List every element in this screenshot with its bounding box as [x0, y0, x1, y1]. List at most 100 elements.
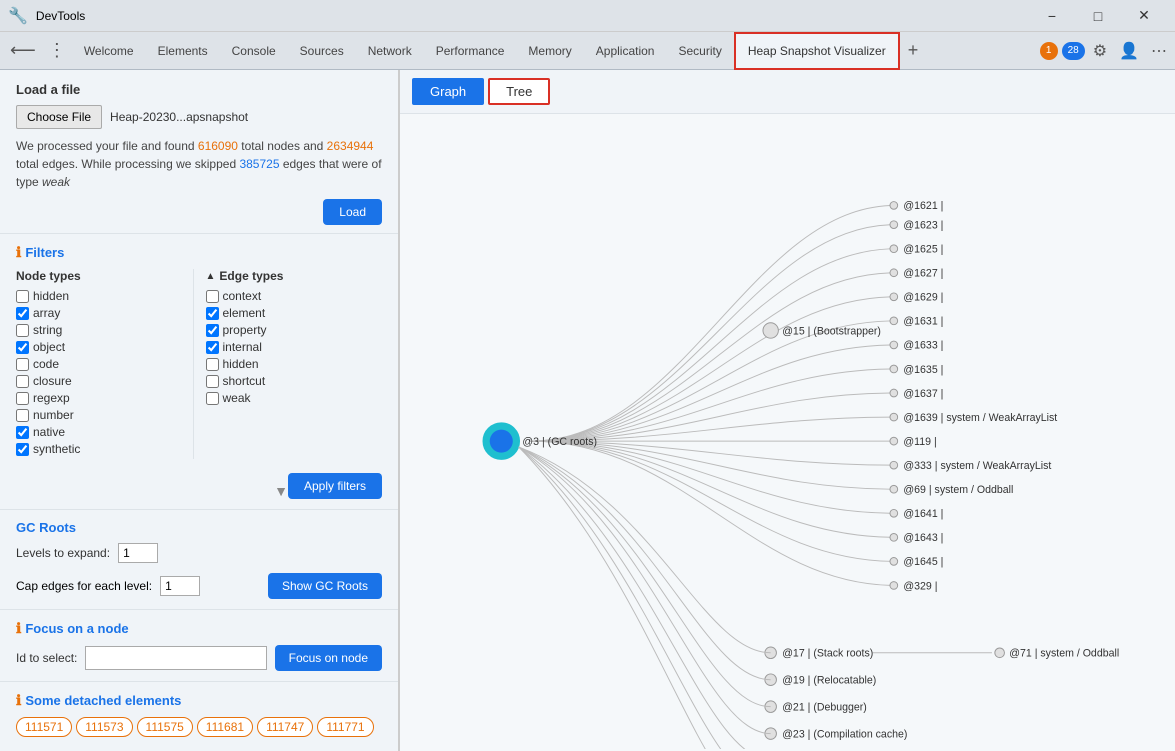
file-info-prefix: We processed your file and found	[16, 139, 198, 153]
tab-heap-snapshot-visualizer[interactable]: Heap Snapshot Visualizer	[734, 32, 900, 70]
node-1629[interactable]	[890, 293, 898, 301]
checkbox-closure[interactable]	[16, 375, 29, 388]
checkbox-string[interactable]	[16, 324, 29, 337]
label-1623: @1623 |	[903, 219, 943, 231]
edge-type-element: element	[206, 306, 383, 320]
node-1623[interactable]	[890, 221, 898, 229]
checkbox-synthetic[interactable]	[16, 443, 29, 456]
label-1645: @1645 |	[903, 556, 943, 568]
edge-type-internal: internal	[206, 340, 383, 354]
detached-pill-111571[interactable]: 111571	[16, 717, 72, 737]
detached-pill-111681[interactable]: 111681	[197, 717, 253, 737]
checkbox-element[interactable]	[206, 307, 219, 320]
label-1621: @1621 |	[903, 200, 943, 212]
detached-pill-111575[interactable]: 111575	[137, 717, 193, 737]
tab-network[interactable]: Network	[356, 32, 424, 70]
node-1645[interactable]	[890, 558, 898, 566]
node-1627[interactable]	[890, 269, 898, 277]
more-button[interactable]: ⋯	[1147, 37, 1171, 65]
filters-grid: Node types hidden array string	[16, 269, 382, 459]
checkbox-weak[interactable]	[206, 392, 219, 405]
graph-tabs: Graph Tree	[400, 70, 1175, 114]
detached-pill-111747[interactable]: 111747	[257, 717, 313, 737]
node-type-number: number	[16, 408, 193, 422]
checkbox-number[interactable]	[16, 409, 29, 422]
load-button[interactable]: Load	[323, 199, 382, 225]
tab-application[interactable]: Application	[584, 32, 667, 70]
show-gc-roots-button[interactable]: Show GC Roots	[268, 573, 382, 599]
tab-security[interactable]: Security	[666, 32, 733, 70]
add-tab-button[interactable]: +	[900, 32, 927, 70]
checkbox-object[interactable]	[16, 341, 29, 354]
label-333: @333 | system / WeakArrayList	[903, 460, 1051, 472]
checkbox-internal[interactable]	[206, 341, 219, 354]
checkbox-property[interactable]	[206, 324, 219, 337]
cap-input[interactable]	[160, 576, 200, 596]
label-119: @119 |	[903, 436, 936, 448]
tab-sources[interactable]: Sources	[288, 32, 356, 70]
tab-elements[interactable]: Elements	[146, 32, 220, 70]
graph-tab-graph[interactable]: Graph	[412, 78, 484, 105]
focus-id-input[interactable]	[85, 646, 266, 670]
node-333[interactable]	[890, 461, 898, 469]
tab-performance[interactable]: Performance	[424, 32, 517, 70]
node-count: 616090	[198, 139, 238, 153]
focus-info-icon: ℹ	[16, 620, 21, 637]
node-1631[interactable]	[890, 317, 898, 325]
checkbox-hidden[interactable]	[16, 290, 29, 303]
node-1625[interactable]	[890, 245, 898, 253]
tab-console[interactable]: Console	[220, 32, 288, 70]
label-71: @71 | system / Oddball	[1009, 648, 1119, 660]
node-type-object: object	[16, 340, 193, 354]
checkbox-native[interactable]	[16, 426, 29, 439]
bootstrapper-node[interactable]	[763, 323, 778, 338]
node-329[interactable]	[890, 582, 898, 590]
checkbox-context[interactable]	[206, 290, 219, 303]
node-1637[interactable]	[890, 389, 898, 397]
maximize-button[interactable]: □	[1075, 0, 1121, 32]
choose-file-button[interactable]: Choose File	[16, 105, 102, 129]
node-1639[interactable]	[890, 413, 898, 421]
tab-welcome[interactable]: Welcome	[72, 32, 146, 70]
apply-filters-button[interactable]: Apply filters	[288, 473, 382, 499]
detached-section: ℹ Some detached elements 111571 111573 1…	[0, 682, 398, 747]
stackroots-label: @17 | (Stack roots)	[782, 648, 873, 660]
focus-on-node-button[interactable]: Focus on node	[275, 645, 382, 671]
detached-pill-111573[interactable]: 111573	[76, 717, 132, 737]
node-1643[interactable]	[890, 533, 898, 541]
graph-area[interactable]: @15 | (Bootstrapper) @17 | (Stack roots)…	[400, 114, 1175, 749]
debugger-label: @21 | (Debugger)	[782, 702, 867, 714]
label-1629: @1629 |	[903, 292, 943, 304]
checkbox-hidden-edge[interactable]	[206, 358, 219, 371]
checkbox-code[interactable]	[16, 358, 29, 371]
detached-pill-111771[interactable]: 111771	[317, 717, 373, 737]
settings-button[interactable]: ⚙	[1089, 37, 1111, 65]
checkbox-shortcut[interactable]	[206, 375, 219, 388]
minimize-button[interactable]: −	[1029, 0, 1075, 32]
close-button[interactable]: ✕	[1121, 0, 1167, 32]
node-69[interactable]	[890, 485, 898, 493]
node-119[interactable]	[890, 437, 898, 445]
checkbox-regexp[interactable]	[16, 392, 29, 405]
node-71[interactable]	[995, 648, 1005, 658]
nav-more-button[interactable]: ⋮	[42, 32, 72, 70]
node-1641[interactable]	[890, 509, 898, 517]
file-info-mid2: total edges. While processing we skipped	[16, 157, 239, 171]
scroll-down-arrow[interactable]: ▼	[274, 483, 288, 499]
levels-input[interactable]	[118, 543, 158, 563]
checkbox-array[interactable]	[16, 307, 29, 320]
tab-memory[interactable]: Memory	[516, 32, 583, 70]
levels-row: Levels to expand:	[16, 543, 382, 563]
graph-tab-tree[interactable]: Tree	[488, 78, 550, 105]
label-329: @329 |	[903, 580, 937, 592]
node-1621[interactable]	[890, 202, 898, 210]
nav-back-button[interactable]: ⟵	[4, 32, 42, 70]
gc-roots-controls: Levels to expand: Cap edges for each lev…	[16, 543, 382, 599]
node-1633[interactable]	[890, 341, 898, 349]
node-1635[interactable]	[890, 365, 898, 373]
relocatable-label: @19 | (Relocatable)	[782, 675, 876, 687]
detached-info-icon: ℹ	[16, 692, 21, 709]
file-info-text: We processed your file and found 616090 …	[16, 137, 382, 191]
share-button[interactable]: 👤	[1115, 37, 1143, 65]
title-bar: 🔧 DevTools − □ ✕	[0, 0, 1175, 32]
